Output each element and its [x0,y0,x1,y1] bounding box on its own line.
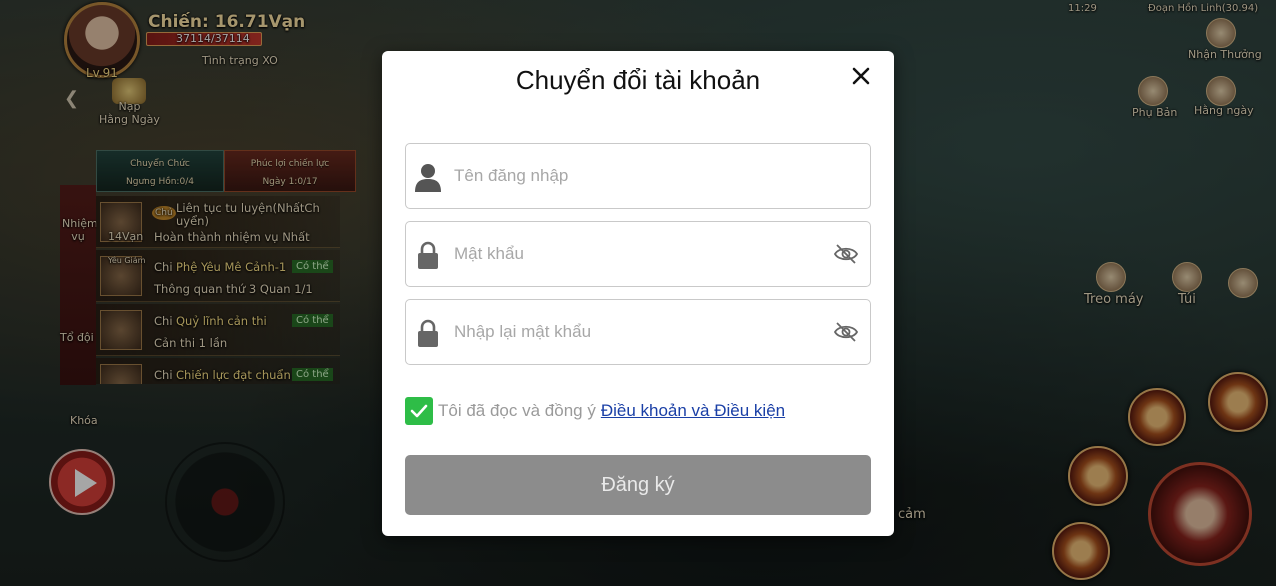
confirm-password-input[interactable] [454,316,814,348]
check-icon [410,404,428,418]
lock-icon [418,241,438,269]
dialog-title: Chuyển đổi tài khoản [515,65,761,95]
eye-off-icon[interactable] [833,242,859,266]
register-button[interactable]: Đăng ký [405,455,871,515]
terms-link[interactable]: Điều khoản và Điều kiện [601,401,785,421]
agree-row: Tôi đã đọc và đồng ý Điều khoản và Điều … [405,396,785,426]
username-input[interactable] [454,160,814,192]
close-icon [852,67,870,85]
agree-text: Tôi đã đọc và đồng ý [438,401,596,420]
password-field[interactable] [405,221,871,287]
eye-off-icon[interactable] [833,320,859,344]
username-field[interactable] [405,143,871,209]
close-button[interactable] [848,63,874,89]
confirm-password-field[interactable] [405,299,871,365]
switch-account-dialog: Chuyển đổi tài khoản Tên đăng nhập Tôi đ… [382,51,894,536]
agree-checkbox[interactable] [405,397,433,425]
password-input[interactable] [454,238,814,270]
user-icon [415,164,441,192]
lock-icon [418,319,438,347]
